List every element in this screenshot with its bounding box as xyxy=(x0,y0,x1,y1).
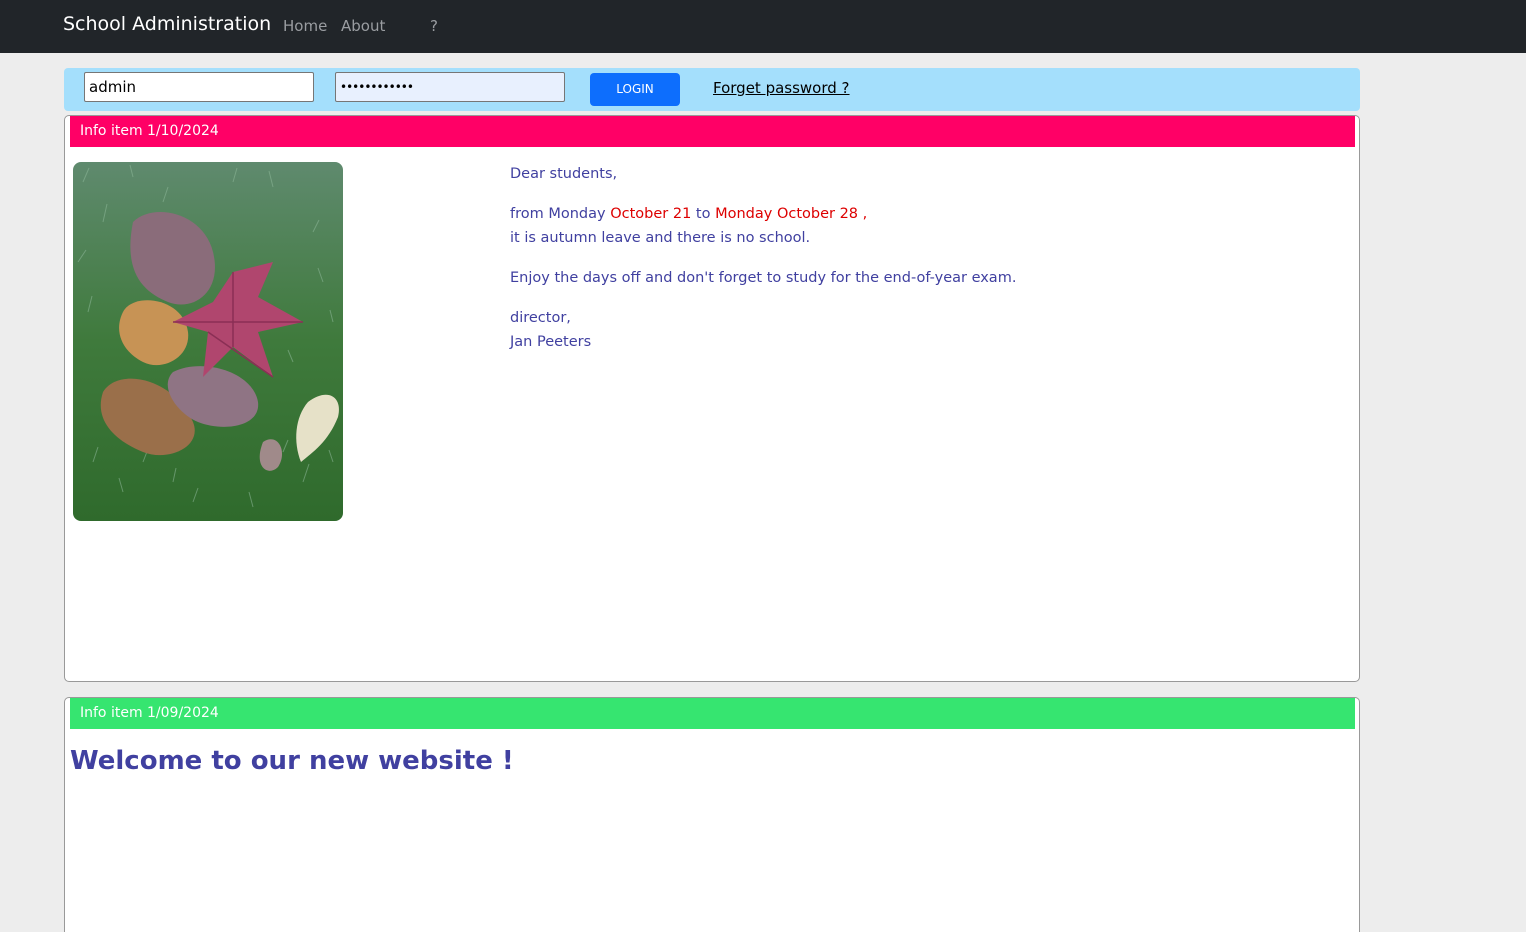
username-input[interactable]: admin xyxy=(84,72,314,102)
end-date: Monday October 28 xyxy=(715,206,859,222)
start-date: October 21 xyxy=(610,206,692,222)
dates-comma: , xyxy=(862,206,868,222)
dates-line: from Monday October 21 to Monday October… xyxy=(510,206,867,222)
no-school-text: it is autumn leave and there is no schoo… xyxy=(510,230,811,246)
greeting-text: Dear students, xyxy=(510,166,618,182)
signature-role: director, xyxy=(510,310,571,326)
nav-about-link[interactable]: About xyxy=(341,17,385,35)
autumn-leaves-photo xyxy=(73,162,343,521)
info-item-header: Info item 1/09/2024 xyxy=(70,698,1355,729)
top-navbar: School Administration Home About ? xyxy=(0,0,1526,53)
password-input[interactable]: •••••••••••• xyxy=(335,72,565,102)
nav-help-link[interactable]: ? xyxy=(430,17,438,35)
welcome-heading: Welcome to our new website ! xyxy=(70,746,514,776)
login-bar: admin •••••••••••• LOGIN Forget password… xyxy=(64,68,1360,111)
info-item-card: Info item 1/10/2024 Dear students, from … xyxy=(64,115,1360,682)
dates-to: to xyxy=(695,206,711,222)
info-item-card: Info item 1/09/2024 Welcome to our new w… xyxy=(64,697,1360,932)
signature-name: Jan Peeters xyxy=(510,334,592,350)
forget-password-link[interactable]: Forget password ? xyxy=(713,79,850,97)
info-item-header: Info item 1/10/2024 xyxy=(70,116,1355,147)
nav-home-link[interactable]: Home xyxy=(283,17,327,35)
brand-title[interactable]: School Administration xyxy=(63,13,271,35)
dates-from: from Monday xyxy=(510,206,606,222)
enjoy-text: Enjoy the days off and don't forget to s… xyxy=(510,270,1017,286)
login-button[interactable]: LOGIN xyxy=(590,73,680,106)
